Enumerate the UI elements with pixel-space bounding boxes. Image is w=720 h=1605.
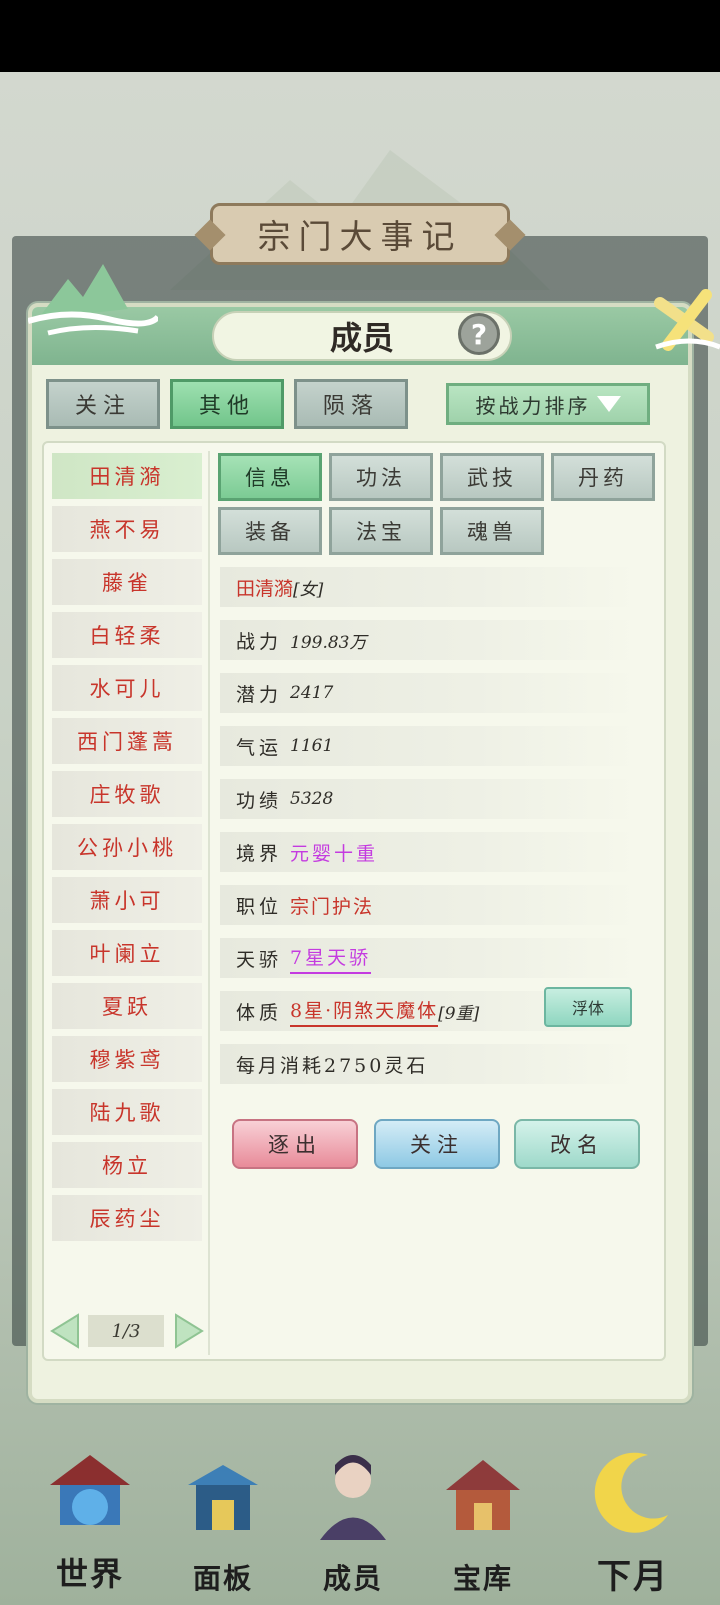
bottom-nav: 世界 面板 成员 宝库 下月: [0, 1445, 720, 1605]
nav-label-panel: 面板: [192, 1562, 253, 1595]
world-pavilion-icon: [50, 1455, 130, 1525]
physique-value[interactable]: 8星·阴煞天魔体: [290, 996, 439, 1027]
sort-dropdown[interactable]: 按战力排序: [446, 383, 650, 425]
luck-label: 气运: [236, 736, 283, 759]
position-label: 职位: [236, 895, 283, 918]
tab-techniques[interactable]: 功法: [329, 453, 433, 501]
member-item[interactable]: 杨立: [52, 1142, 202, 1188]
info-power-row: 战力 199.83万: [220, 620, 640, 660]
moon-icon: [594, 1452, 668, 1533]
float-body-button[interactable]: 浮体: [544, 987, 632, 1027]
next-page-icon[interactable]: [174, 1313, 204, 1349]
column-divider: [208, 451, 210, 1355]
position-value: 宗门护法: [290, 895, 375, 918]
info-position-row: 职位 宗门护法: [220, 885, 640, 925]
physique-level: [9重]: [438, 1003, 480, 1024]
nav-world[interactable]: 世界: [25, 1445, 155, 1605]
member-item[interactable]: 庄牧歌: [52, 771, 202, 817]
member-item[interactable]: 燕不易: [52, 506, 202, 552]
members-portrait-icon: [320, 1455, 386, 1540]
tab-info[interactable]: 信息: [218, 453, 322, 501]
panel-gate-icon: [188, 1465, 258, 1530]
realm-value: 元婴十重: [290, 842, 379, 865]
member-item[interactable]: 穆紫鸢: [52, 1036, 202, 1082]
nav-panel[interactable]: 面板: [158, 1445, 288, 1605]
talent-value[interactable]: 7星天骄: [290, 943, 372, 974]
nav-label-world: 世界: [55, 1555, 124, 1593]
rename-button[interactable]: 改名: [514, 1119, 640, 1169]
prev-page-icon[interactable]: [50, 1313, 80, 1349]
realm-label: 境界: [236, 842, 283, 865]
nav-label-treasury: 宝库: [452, 1562, 513, 1595]
page-indicator: 1/3: [88, 1315, 164, 1347]
expel-button[interactable]: 逐出: [232, 1119, 358, 1169]
info-name-row: 田清漪 [女]: [220, 567, 640, 607]
info-cost-row: 每月消耗2750灵石: [220, 1044, 640, 1084]
mountain-decoration-icon: [28, 264, 158, 336]
treasury-temple-icon: [446, 1460, 520, 1530]
tab-fallen[interactable]: 陨落: [294, 379, 408, 429]
member-item[interactable]: 公孙小桃: [52, 824, 202, 870]
dialog-title-text: 成员: [329, 319, 394, 357]
info-merit-row: 功绩 5328: [220, 779, 640, 819]
close-icon[interactable]: [650, 285, 720, 355]
member-item[interactable]: 西门蓬蒿: [52, 718, 202, 764]
member-item[interactable]: 萧小可: [52, 877, 202, 923]
nav-label-members: 成员: [322, 1562, 383, 1595]
info-luck-row: 气运 1161: [220, 726, 640, 766]
nav-next-month[interactable]: 下月: [568, 1445, 698, 1605]
event-banner: 宗门大事记: [210, 203, 510, 265]
merit-value: 5328: [290, 789, 334, 809]
status-bar: [0, 0, 720, 72]
member-item[interactable]: 辰药尘: [52, 1195, 202, 1241]
help-button[interactable]: ?: [458, 313, 500, 355]
chevron-down-icon: [596, 396, 621, 412]
tab-pills[interactable]: 丹药: [551, 453, 655, 501]
member-name: 田清漪: [236, 577, 294, 600]
nav-members[interactable]: 成员: [288, 1445, 418, 1605]
info-potential-row: 潜力 2417: [220, 673, 640, 713]
luck-value: 1161: [290, 736, 334, 756]
tab-treasures[interactable]: 法宝: [329, 507, 433, 555]
physique-label: 体质: [236, 1001, 283, 1024]
content-panel: 田清漪 燕不易 藤雀 白轻柔 水可儿 西门蓬蒿 庄牧歌 公孙小桃 萧小可 叶阑立…: [42, 441, 666, 1361]
talent-label: 天骄: [236, 948, 283, 971]
potential-value: 2417: [290, 683, 334, 703]
power-label: 战力: [236, 630, 283, 653]
monthly-cost: 每月消耗2750灵石: [236, 1054, 429, 1077]
member-item[interactable]: 田清漪: [52, 453, 202, 499]
member-item[interactable]: 白轻柔: [52, 612, 202, 658]
member-item[interactable]: 夏跃: [52, 983, 202, 1029]
info-talent-row: 天骄 7星天骄: [220, 938, 640, 978]
tab-equipment[interactable]: 装备: [218, 507, 322, 555]
power-value: 199.83万: [290, 632, 367, 653]
nav-label-next-month: 下月: [597, 1557, 669, 1597]
follow-button[interactable]: 关注: [374, 1119, 500, 1169]
member-gender: [女]: [293, 579, 324, 600]
tab-follow[interactable]: 关注: [46, 379, 160, 429]
tab-martial-skills[interactable]: 武技: [440, 453, 544, 501]
info-realm-row: 境界 元婴十重: [220, 832, 640, 872]
member-item[interactable]: 水可儿: [52, 665, 202, 711]
member-item[interactable]: 藤雀: [52, 559, 202, 605]
member-item[interactable]: 陆九歌: [52, 1089, 202, 1135]
merit-label: 功绩: [236, 789, 283, 812]
members-dialog: 成员 ? 关注 其他 陨落 按战力排序 田清漪 燕不易 藤雀 白轻柔 水可儿 西…: [28, 264, 720, 1403]
member-item[interactable]: 叶阑立: [52, 930, 202, 976]
potential-label: 潜力: [236, 683, 283, 706]
tab-soul-beasts[interactable]: 魂兽: [440, 507, 544, 555]
nav-treasury[interactable]: 宝库: [418, 1445, 548, 1605]
question-icon: ?: [470, 317, 488, 351]
tab-other[interactable]: 其他: [170, 379, 284, 429]
sort-label: 按战力排序: [475, 393, 591, 418]
